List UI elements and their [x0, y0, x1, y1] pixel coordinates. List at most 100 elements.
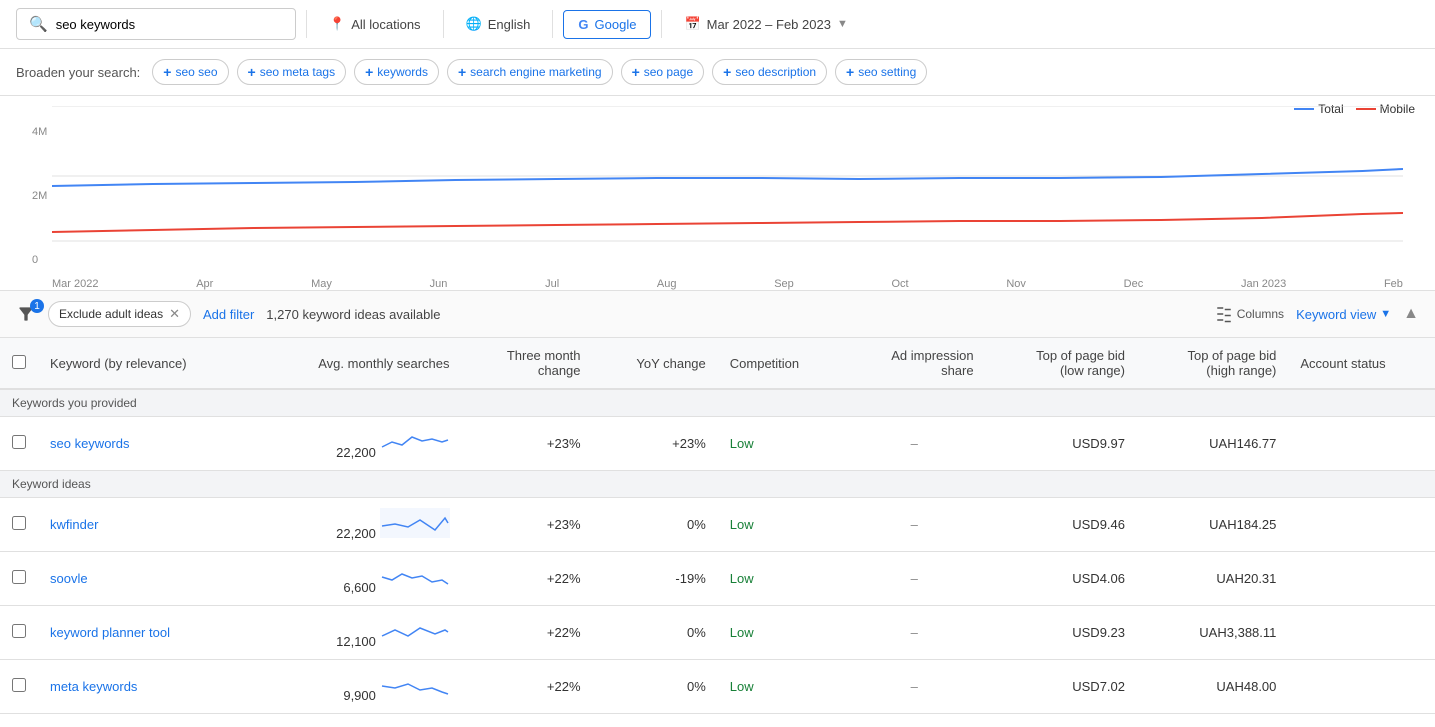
broaden-bar: Broaden your search: + seo seo + seo met… — [0, 49, 1435, 96]
col-top-bid-high: Top of page bid(high range) — [1137, 338, 1288, 389]
row-checkbox-4[interactable] — [12, 678, 26, 692]
three-month-3: +22% — [462, 606, 593, 660]
broaden-tag-label-2: keywords — [377, 65, 428, 79]
language-icon: 🌐 — [466, 16, 482, 32]
account-status-4 — [1288, 660, 1435, 714]
location-icon: 📍 — [329, 16, 345, 32]
location-label: All locations — [351, 17, 420, 32]
keyword-name-0[interactable]: seo keywords — [50, 436, 129, 451]
chart-svg-element — [52, 106, 1403, 246]
row-checkbox-3[interactable] — [12, 624, 26, 638]
account-status-1 — [1288, 498, 1435, 552]
x-label-jun: Jun — [430, 278, 448, 290]
avg-monthly-value-3: 12,100 — [336, 634, 376, 649]
account-status-0 — [1288, 417, 1435, 471]
broaden-tag-label-3: search engine marketing — [470, 65, 601, 79]
broaden-tag-label-4: seo page — [644, 65, 693, 79]
sparkline-0 — [380, 427, 450, 457]
keywords-table: Keyword (by relevance) Avg. monthly sear… — [0, 338, 1435, 714]
col-avg-monthly: Avg. monthly searches — [253, 338, 461, 389]
filter-icon-button[interactable]: 1 — [16, 304, 36, 324]
date-range-picker[interactable]: 📅 Mar 2022 – Feb 2023 ▼ — [672, 10, 859, 38]
chart-area: Total Mobile 4M 2M 0 — [0, 96, 1435, 291]
col-top-bid-low: Top of page bid(low range) — [986, 338, 1137, 389]
top-bid-high-0: UAH146.77 — [1137, 417, 1288, 471]
x-label-may: May — [311, 278, 332, 290]
columns-label: Columns — [1237, 307, 1284, 321]
row-checkbox-0[interactable] — [12, 435, 26, 449]
broaden-tag-2[interactable]: + keywords — [354, 59, 439, 85]
table-wrapper: Keyword (by relevance) Avg. monthly sear… — [0, 338, 1435, 714]
columns-button[interactable]: Columns — [1215, 305, 1284, 323]
x-label-mar2022: Mar 2022 — [52, 278, 98, 290]
sparkline-1 — [380, 508, 450, 538]
language-filter[interactable]: 🌐 English — [454, 10, 543, 38]
table-row: kwfinder 22,200 +23% 0% Low – USD9.46 UA… — [0, 498, 1435, 552]
divider2 — [443, 10, 444, 38]
engine-selector[interactable]: G Google — [563, 10, 651, 39]
broaden-label: Broaden your search: — [16, 65, 140, 80]
top-bid-low-4: USD7.02 — [986, 660, 1137, 714]
three-month-0: +23% — [462, 417, 593, 471]
broaden-tag-6[interactable]: + seo setting — [835, 59, 927, 85]
three-month-2: +22% — [462, 552, 593, 606]
keyword-cell-4: meta keywords — [38, 660, 253, 714]
broaden-tag-3[interactable]: + search engine marketing — [447, 59, 613, 85]
add-filter-button[interactable]: Add filter — [203, 307, 254, 322]
three-month-4: +22% — [462, 660, 593, 714]
row-checkbox-2[interactable] — [12, 570, 26, 584]
col-three-month: Three monthchange — [462, 338, 593, 389]
keyword-cell-3: keyword planner tool — [38, 606, 253, 660]
broaden-tag-1[interactable]: + seo meta tags — [237, 59, 347, 85]
y-axis-labels: 4M 2M 0 — [32, 126, 47, 266]
row-checkbox-cell-2[interactable] — [0, 552, 38, 606]
keyword-name-1[interactable]: kwfinder — [50, 517, 98, 532]
row-checkbox-cell-0[interactable] — [0, 417, 38, 471]
collapse-button[interactable]: ▲ — [1403, 305, 1419, 323]
sparkline-4 — [380, 670, 450, 700]
row-checkbox-cell-3[interactable] — [0, 606, 38, 660]
three-month-1: +23% — [462, 498, 593, 552]
plus-icon-4: + — [632, 64, 640, 80]
account-status-3 — [1288, 606, 1435, 660]
exclude-adult-chip[interactable]: Exclude adult ideas ✕ — [48, 301, 191, 327]
chevron-down-icon: ▼ — [837, 18, 848, 30]
plus-icon-2: + — [365, 64, 373, 80]
keyword-name-4[interactable]: meta keywords — [50, 679, 137, 694]
select-all-checkbox[interactable] — [12, 355, 26, 369]
search-input[interactable] — [56, 17, 283, 32]
avg-monthly-4: 9,900 — [253, 660, 461, 714]
x-label-sep: Sep — [774, 278, 794, 290]
search-box[interactable]: 🔍 — [16, 8, 296, 40]
location-filter[interactable]: 📍 All locations — [317, 10, 433, 38]
row-checkbox-1[interactable] — [12, 516, 26, 530]
keyword-view-button[interactable]: Keyword view ▼ — [1296, 307, 1391, 322]
filter-row: 1 Exclude adult ideas ✕ Add filter 1,270… — [0, 291, 1435, 338]
x-label-jan2023: Jan 2023 — [1241, 278, 1286, 290]
broaden-tag-5[interactable]: + seo description — [712, 59, 827, 85]
x-label-aug: Aug — [657, 278, 677, 290]
broaden-tag-4[interactable]: + seo page — [621, 59, 705, 85]
top-bar: 🔍 📍 All locations 🌐 English G Google 📅 M… — [0, 0, 1435, 49]
keyword-cell-2: soovle — [38, 552, 253, 606]
keyword-name-3[interactable]: keyword planner tool — [50, 625, 170, 640]
keyword-name-2[interactable]: soovle — [50, 571, 88, 586]
ad-impression-0: – — [843, 417, 986, 471]
row-checkbox-cell-1[interactable] — [0, 498, 38, 552]
broaden-tag-0[interactable]: + seo seo — [152, 59, 228, 85]
col-keyword: Keyword (by relevance) — [38, 338, 253, 389]
ad-impression-1: – — [843, 498, 986, 552]
engine-label: Google — [595, 17, 637, 32]
divider4 — [661, 10, 662, 38]
section-row-ideas: Keyword ideas — [0, 471, 1435, 498]
chip-close-icon[interactable]: ✕ — [169, 306, 180, 322]
keyword-cell-0: seo keywords — [38, 417, 253, 471]
date-range-label: Mar 2022 – Feb 2023 — [707, 17, 831, 32]
broaden-tag-label-5: seo description — [735, 65, 816, 79]
ad-impression-4: – — [843, 660, 986, 714]
keyword-count: 1,270 keyword ideas available — [266, 307, 440, 322]
row-checkbox-cell-4[interactable] — [0, 660, 38, 714]
top-bid-low-2: USD4.06 — [986, 552, 1137, 606]
keyword-view-label: Keyword view — [1296, 307, 1376, 322]
header-checkbox-cell[interactable] — [0, 338, 38, 389]
